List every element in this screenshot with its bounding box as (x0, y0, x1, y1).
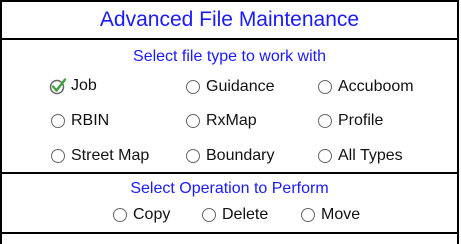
radio-accuboom-label: Accuboom (338, 78, 414, 95)
radio-circle-icon (186, 80, 200, 94)
radio-accuboom[interactable]: Accuboom (318, 78, 414, 96)
radio-rbin-label: RBIN (71, 112, 110, 129)
file-type-divider (0, 172, 459, 174)
radio-job-label: Job (71, 77, 97, 94)
radio-circle-icon (51, 114, 65, 128)
radio-circle-icon (113, 208, 127, 222)
radio-job[interactable]: Job (49, 77, 97, 95)
radio-rxmap-label: RxMap (206, 112, 257, 129)
radio-boundary-label: Boundary (206, 147, 275, 164)
dialog-border-right (457, 0, 459, 244)
radio-circle-icon (301, 208, 315, 222)
operation-heading: Select Operation to Perform (130, 180, 329, 197)
advanced-file-maintenance-dialog: Advanced File Maintenance Select file ty… (0, 0, 461, 244)
radio-rxmap[interactable]: RxMap (186, 112, 257, 130)
dialog-border-left (0, 0, 2, 244)
radio-circle-icon (318, 149, 332, 163)
radio-circle-icon (51, 149, 65, 163)
radio-move[interactable]: Move (301, 206, 360, 224)
radio-boundary[interactable]: Boundary (186, 147, 275, 165)
radio-circle-icon (186, 149, 200, 163)
dialog-border-top (0, 0, 459, 2)
radio-copy[interactable]: Copy (113, 206, 170, 224)
checked-radio-icon (49, 77, 67, 95)
radio-street-map[interactable]: Street Map (51, 147, 149, 165)
operation-divider (0, 232, 459, 234)
radio-guidance[interactable]: Guidance (186, 78, 275, 96)
radio-all-types-label: All Types (338, 147, 403, 164)
radio-copy-label: Copy (133, 206, 171, 223)
dialog-title: Advanced File Maintenance (99, 8, 360, 31)
radio-delete-label: Delete (222, 206, 269, 223)
radio-circle-icon (202, 208, 216, 222)
radio-circle-icon (186, 114, 200, 128)
radio-delete[interactable]: Delete (202, 206, 268, 224)
radio-rbin[interactable]: RBIN (51, 112, 109, 130)
file-type-heading: Select file type to work with (133, 48, 326, 65)
radio-move-label: Move (321, 206, 361, 223)
radio-all-types[interactable]: All Types (318, 147, 403, 165)
title-divider (0, 38, 459, 40)
radio-street-map-label: Street Map (71, 147, 150, 164)
radio-profile[interactable]: Profile (318, 112, 383, 130)
radio-circle-icon (318, 114, 332, 128)
radio-guidance-label: Guidance (206, 78, 275, 95)
radio-circle-icon (318, 80, 332, 94)
radio-profile-label: Profile (338, 112, 384, 129)
